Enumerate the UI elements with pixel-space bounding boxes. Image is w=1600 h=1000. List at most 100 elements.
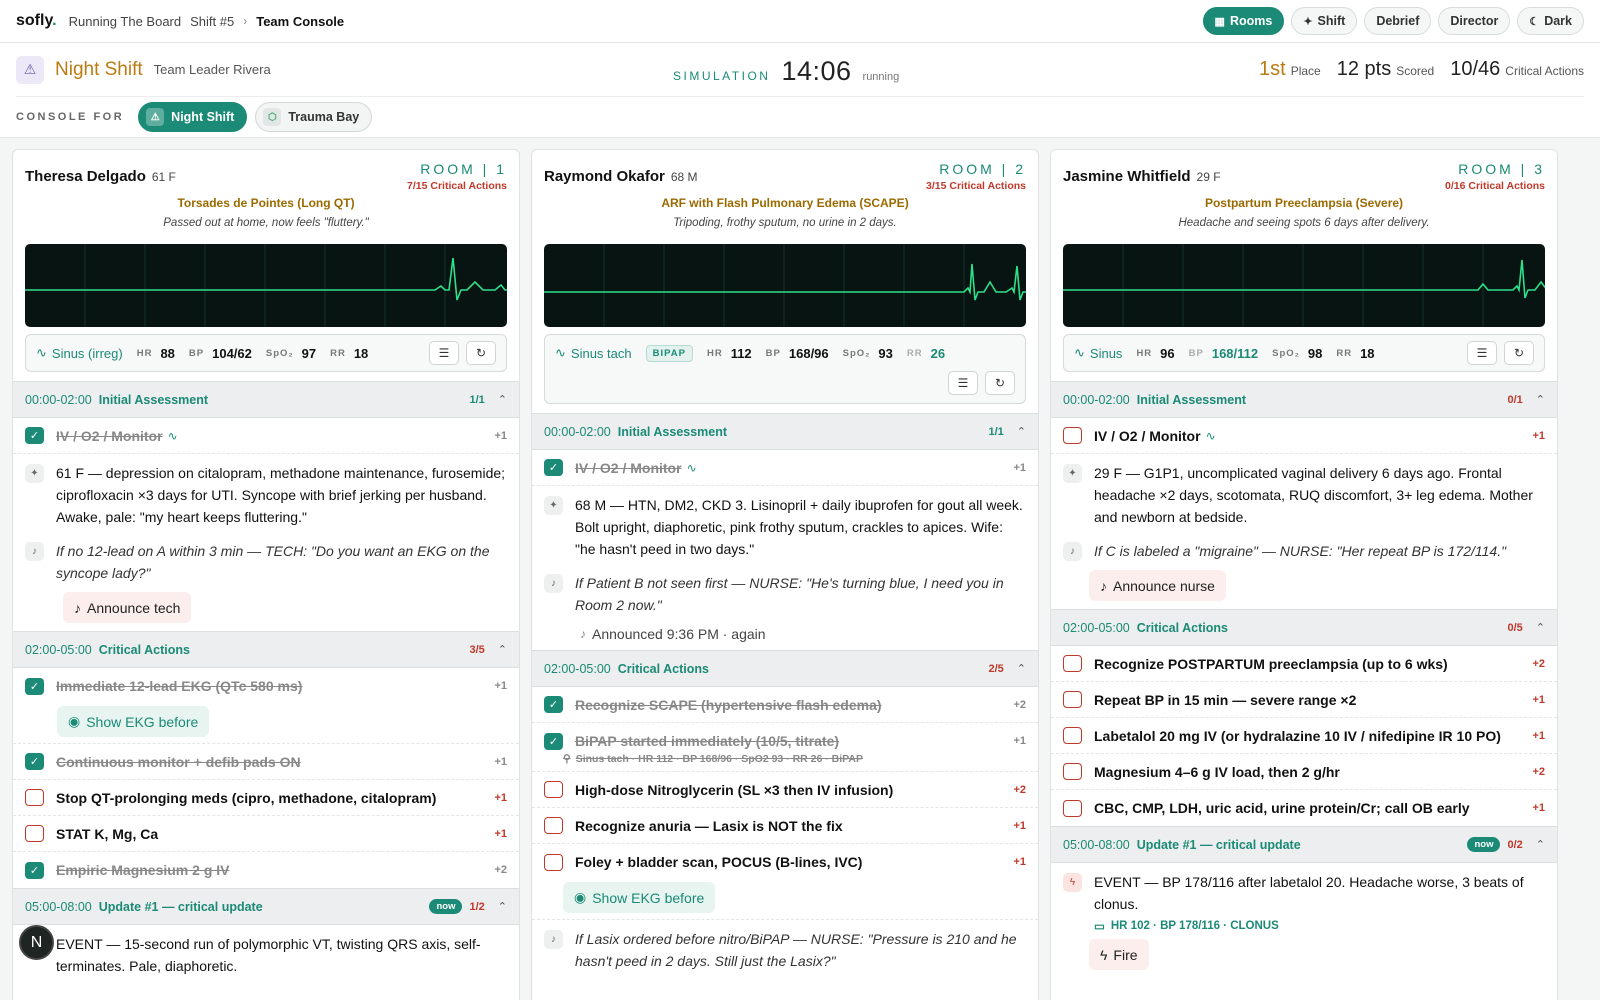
- chevron-up-icon: ⌃: [497, 394, 507, 406]
- pulse-icon: ∿: [555, 345, 566, 360]
- breadcrumb-shift[interactable]: Shift #5: [190, 14, 234, 29]
- trigger-note: ♪ If C is labeled a "migraine" — NURSE: …: [1051, 532, 1557, 566]
- nav-debrief-button[interactable]: Debrief: [1364, 7, 1432, 35]
- adjust-vitals-button[interactable]: ☰: [948, 371, 978, 395]
- checkbox-unchecked[interactable]: [544, 817, 563, 834]
- sim-time: 14:06: [781, 56, 852, 86]
- section-update-1[interactable]: 05:00-08:00 Update #1 — critical update n…: [1051, 826, 1557, 863]
- action-item[interactable]: ✓ IV / O2 / Monitor ∿ +1: [532, 450, 1038, 486]
- chevron-up-icon: ⌃: [1535, 622, 1545, 634]
- checkbox-unchecked[interactable]: [1063, 691, 1082, 708]
- action-item[interactable]: ✓ Immediate 12-lead EKG (QTc 580 ms) +1: [13, 668, 519, 704]
- rhythm-label: ∿ Sinus: [1074, 345, 1123, 361]
- checkbox-unchecked[interactable]: [25, 789, 44, 806]
- sliders-icon: ☰: [957, 376, 969, 390]
- wand-icon: ⚲: [563, 753, 571, 765]
- show-ekg-button[interactable]: ◉ Show EKG before: [57, 706, 210, 737]
- vital-spo2: 98: [1307, 345, 1323, 361]
- pulse-icon: ∿: [1205, 428, 1216, 443]
- action-item[interactable]: ✓ IV / O2 / Monitor ∿ +1: [13, 418, 519, 454]
- fire-event-button[interactable]: ϟ Fire: [1089, 939, 1149, 970]
- eye-icon: ◉: [574, 889, 587, 905]
- checkbox-checked[interactable]: ✓: [544, 696, 563, 713]
- refresh-icon: ↻: [475, 346, 487, 360]
- action-item[interactable]: CBC, CMP, LDH, uric acid, urine protein/…: [1051, 790, 1557, 826]
- bell-icon: ♪: [544, 574, 563, 593]
- action-item[interactable]: ✓ Empiric Magnesium 2 g IV +2: [13, 852, 519, 888]
- section-update-1[interactable]: 05:00-08:00 Update #1 — critical update n…: [13, 888, 519, 925]
- action-item[interactable]: High-dose Nitroglycerin (SL ×3 then IV i…: [532, 772, 1038, 808]
- action-item[interactable]: Recognize anuria — Lasix is NOT the fix +…: [532, 808, 1038, 844]
- checkbox-checked[interactable]: ✓: [25, 677, 44, 695]
- patient-name: Jasmine Whitfield 29 F: [1063, 168, 1221, 185]
- room-number: ROOM | 1: [420, 161, 507, 177]
- nav-shift-button[interactable]: ✦ Shift: [1291, 7, 1358, 35]
- reset-vitals-button[interactable]: ↻: [1504, 341, 1534, 365]
- nav-rooms-button[interactable]: ▦ Rooms: [1202, 7, 1285, 35]
- action-item[interactable]: Repeat BP in 15 min — severe range ×2 +1: [1051, 682, 1557, 718]
- action-item[interactable]: Recognize POSTPARTUM preeclampsia (up to…: [1051, 646, 1557, 682]
- adjust-vitals-button[interactable]: ☰: [1467, 341, 1497, 365]
- eye-icon: ◉: [68, 713, 81, 729]
- checkbox-checked[interactable]: ✓: [25, 861, 44, 879]
- action-item[interactable]: Foley + bladder scan, POCUS (B-lines, IV…: [532, 844, 1038, 880]
- score-stats: 1st Place 12 pts Scored 10/46 Critical Acti…: [1259, 58, 1584, 81]
- checkbox-unchecked[interactable]: [1063, 655, 1082, 672]
- vital-hr: 112: [730, 345, 752, 361]
- sparkle-icon: ✦: [1063, 464, 1082, 483]
- announce-nurse-button[interactable]: ♪ Announce nurse: [1089, 570, 1226, 601]
- section-initial-assessment[interactable]: 00:00-02:00 Initial Assessment 1/1 ⌃: [13, 381, 519, 418]
- shield-icon: ⬡: [263, 108, 282, 126]
- section-critical-actions[interactable]: 02:00-05:00 Critical Actions 0/5 ⌃: [1051, 609, 1557, 646]
- checkbox-checked[interactable]: ✓: [544, 459, 563, 476]
- dark-mode-toggle[interactable]: ☾ Dark: [1517, 7, 1584, 35]
- section-critical-actions[interactable]: 02:00-05:00 Critical Actions 2/5 ⌃: [532, 650, 1038, 687]
- console-trauma-bay[interactable]: ⬡ Trauma Bay: [255, 102, 373, 132]
- rhythm-label: ∿ Sinus tach: [555, 345, 632, 361]
- chief-complaint: Tripoding, frothy sputum, no urine in 2 …: [673, 217, 897, 229]
- reset-vitals-button[interactable]: ↻: [985, 371, 1015, 395]
- console-night-shift[interactable]: ⚠ Night Shift: [138, 102, 248, 132]
- action-item[interactable]: Labetalol 20 mg IV (or hydralazine 10 IV…: [1051, 718, 1557, 754]
- action-item[interactable]: IV / O2 / Monitor ∿ +1: [1051, 418, 1557, 454]
- announce-tech-button[interactable]: ♪ Announce tech: [63, 592, 192, 623]
- event-vitals: ▭ HR 102 · BP 178/116 · CLONUS: [1094, 920, 1279, 933]
- action-item[interactable]: ✓ Continuous monitor + defib pads ON +1: [13, 744, 519, 780]
- top-nav: ▦ Rooms ✦ Shift Debrief Director ☾ Dark: [1202, 7, 1584, 35]
- checkbox-unchecked[interactable]: [25, 825, 44, 842]
- top-bar: sofly. Running The Board Shift #5 › Team…: [0, 0, 1600, 43]
- vital-hr: 96: [1160, 345, 1175, 361]
- action-item[interactable]: Magnesium 4–6 g IV load, then 2 g/hr +2: [1051, 754, 1557, 790]
- vital-rr: 18: [353, 345, 369, 361]
- checkbox-checked[interactable]: ✓: [544, 732, 563, 750]
- section-critical-actions[interactable]: 02:00-05:00 Critical Actions 3/5 ⌃: [13, 631, 519, 668]
- checkbox-checked[interactable]: ✓: [25, 427, 44, 444]
- vitals-panel: ∿ Sinus HR 96 BP 168/112 SpO₂ 98 RR 18 ☰ ↻: [1063, 334, 1545, 372]
- action-item[interactable]: Stop QT-prolonging meds (cipro, methadon…: [13, 780, 519, 816]
- checkbox-unchecked[interactable]: [544, 781, 563, 798]
- nav-director-button[interactable]: Director: [1438, 7, 1511, 35]
- checkbox-checked[interactable]: ✓: [25, 753, 44, 770]
- checkbox-unchecked[interactable]: [1063, 799, 1082, 817]
- action-item[interactable]: ✓ Recognize SCAPE (hypertensive flash ed…: [532, 687, 1038, 723]
- app-logo[interactable]: sofly.: [16, 12, 57, 30]
- reset-vitals-button[interactable]: ↻: [466, 341, 496, 365]
- checkbox-unchecked[interactable]: [1063, 727, 1082, 744]
- checkbox-unchecked[interactable]: [1063, 427, 1082, 444]
- zap-icon: ϟ: [1063, 873, 1082, 892]
- room-number: ROOM | 2: [939, 161, 1026, 177]
- checkbox-unchecked[interactable]: [544, 853, 563, 871]
- chief-complaint: Headache and seeing spots 6 days after d…: [1178, 217, 1430, 229]
- trigger-note: ♪ If Patient B not seen first — NURSE: "…: [532, 564, 1038, 620]
- chevron-up-icon: ⌃: [1535, 839, 1545, 851]
- sim-state: running: [862, 71, 900, 83]
- checkbox-unchecked[interactable]: [1063, 763, 1082, 780]
- section-initial-assessment[interactable]: 00:00-02:00 Initial Assessment 1/1 ⌃: [532, 413, 1038, 450]
- show-ekg-button[interactable]: ◉ Show EKG before: [563, 882, 716, 913]
- pulse-icon: ∿: [167, 428, 178, 443]
- adjust-vitals-button[interactable]: ☰: [429, 341, 459, 365]
- app-badge-button[interactable]: N: [19, 925, 54, 960]
- action-item[interactable]: STAT K, Mg, Ca +1: [13, 816, 519, 852]
- section-initial-assessment[interactable]: 00:00-02:00 Initial Assessment 0/1 ⌃: [1051, 381, 1557, 418]
- breadcrumb-board[interactable]: Running The Board: [69, 14, 182, 29]
